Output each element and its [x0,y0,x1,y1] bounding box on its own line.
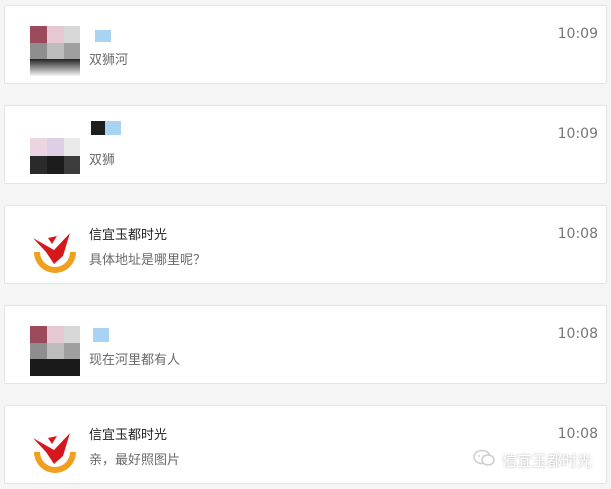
chat-name: 信宜玉都时光 [89,428,168,443]
chat-time: 10:09 [557,26,598,42]
watermark-label: 信宜玉都时光 [502,451,593,470]
chat-time: 10:09 [557,126,598,142]
blurred-name [105,121,121,135]
avatar [30,126,80,176]
chat-message: 现在河里都有人 [89,353,181,368]
brand-logo [30,426,80,476]
chat-name: 信宜玉都时光 [89,228,168,243]
avatar [30,26,80,76]
chat-item[interactable]: 信宜玉都时光 亲，最好照图片 10:08 [4,405,607,484]
chat-message: 双狮河 [89,53,129,68]
blurred-name [93,328,109,342]
chat-time: 10:08 [557,226,598,242]
chat-time: 10:08 [557,326,598,342]
chat-message: 双狮 [89,153,116,168]
chat-item[interactable]: 现在河里都有人 10:08 [4,305,607,384]
blurred-name [91,121,105,135]
watermark: 信宜玉都时光 [472,448,592,472]
chat-item[interactable]: 双狮 10:09 [4,105,607,184]
chat-time: 10:08 [557,426,598,442]
avatar [30,326,80,376]
chat-item[interactable]: 双狮河 10:09 [4,5,607,84]
blurred-name [95,30,111,42]
wechat-icon [472,448,496,472]
chat-item[interactable]: 信宜玉都时光 具体地址是哪里呢？ 10:08 [4,205,607,284]
chat-message: 具体地址是哪里呢？ [89,253,207,268]
brand-logo [30,226,80,276]
chat-message: 亲，最好照图片 [89,453,181,468]
